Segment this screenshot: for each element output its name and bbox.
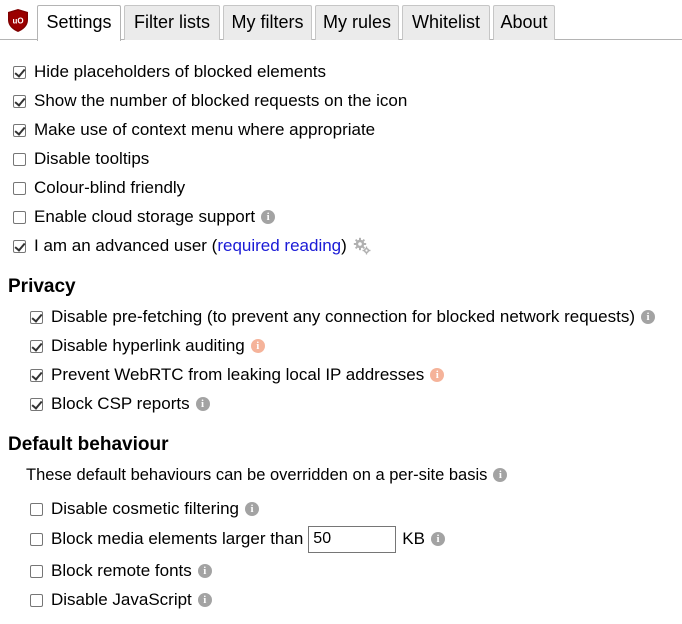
show-badge-count-checkbox[interactable] — [13, 94, 26, 108]
info-icon[interactable]: i — [261, 210, 276, 224]
note-text: These default behaviours can be overridd… — [26, 466, 488, 484]
advanced-user-label-suffix: ) — [341, 236, 347, 255]
privacy-heading: Privacy — [8, 276, 76, 297]
option-row: Prevent WebRTC from leaking local IP add… — [30, 363, 445, 387]
option-label: Hide placeholders of blocked elements — [34, 62, 327, 81]
default-behaviour-note: These default behaviours can be overridd… — [26, 463, 508, 487]
cloud-storage-checkbox[interactable] — [13, 210, 26, 224]
option-row: Hide placeholders of blocked elements — [13, 60, 326, 84]
info-icon[interactable]: i — [195, 397, 210, 411]
option-row: I am an advanced user (required reading) — [13, 234, 371, 258]
info-icon[interactable]: i — [640, 310, 655, 324]
disable-tooltips-checkbox[interactable] — [13, 152, 26, 166]
option-row: Make use of context menu where appropria… — [13, 118, 375, 142]
info-icon[interactable]: i — [197, 593, 212, 607]
gears-icon[interactable] — [353, 237, 371, 255]
hide-placeholders-checkbox[interactable] — [13, 65, 26, 79]
option-label: Disable pre-fetching (to prevent any con… — [51, 307, 635, 326]
option-label: Disable cosmetic filtering — [51, 499, 240, 518]
option-label: Disable JavaScript — [51, 590, 192, 609]
block-large-media-checkbox[interactable] — [30, 532, 43, 546]
default-behaviour-heading: Default behaviour — [8, 434, 169, 455]
disable-hyperlink-auditing-checkbox[interactable] — [30, 339, 43, 353]
advanced-user-label: I am an advanced user ( — [34, 236, 218, 255]
option-label: Enable cloud storage support — [34, 207, 256, 226]
option-label: Disable hyperlink auditing — [51, 336, 245, 355]
advanced-user-checkbox[interactable] — [13, 239, 26, 253]
option-label: Block CSP reports — [51, 394, 190, 413]
tab-my-filters[interactable]: My filters — [223, 5, 312, 40]
option-label: Block remote fonts — [51, 561, 192, 580]
unit-label: KB — [402, 529, 425, 548]
tab-bar: uO Settings Filter lists My filters My r… — [0, 0, 682, 41]
disable-javascript-checkbox[interactable] — [30, 593, 43, 607]
info-icon[interactable]: i — [250, 339, 265, 353]
option-label: Show the number of blocked requests on t… — [34, 91, 408, 110]
option-label: Prevent WebRTC from leaking local IP add… — [51, 365, 425, 384]
info-icon[interactable]: i — [245, 502, 260, 516]
option-row: Block media elements larger than KB i — [30, 524, 445, 554]
tab-whitelist[interactable]: Whitelist — [402, 5, 490, 40]
option-label: Colour-blind friendly — [34, 178, 186, 197]
tab-filter-lists[interactable]: Filter lists — [124, 5, 220, 40]
tab-my-rules[interactable]: My rules — [315, 5, 399, 40]
option-row: Enable cloud storage support i — [13, 205, 276, 229]
option-label: Disable tooltips — [34, 149, 150, 168]
block-csp-reports-checkbox[interactable] — [30, 397, 43, 411]
option-row: Disable cosmetic filtering i — [30, 497, 260, 521]
webrtc-leak-checkbox[interactable] — [30, 368, 43, 382]
option-row: Disable tooltips — [13, 147, 149, 171]
disable-prefetching-checkbox[interactable] — [30, 310, 43, 324]
media-size-input[interactable] — [308, 525, 397, 553]
option-label: Make use of context menu where appropria… — [34, 120, 376, 139]
info-icon[interactable]: i — [430, 368, 445, 382]
option-row: Show the number of blocked requests on t… — [13, 89, 407, 113]
block-remote-fonts-checkbox[interactable] — [30, 564, 43, 578]
option-label: I am an advanced user (required reading) — [34, 234, 347, 258]
option-row: Block CSP reports i — [30, 392, 210, 416]
tab-settings[interactable]: Settings — [37, 5, 121, 41]
info-icon[interactable]: i — [493, 468, 508, 482]
option-row: Block remote fonts i — [30, 559, 212, 583]
colour-blind-checkbox[interactable] — [13, 181, 26, 195]
tab-about[interactable]: About — [493, 5, 555, 40]
option-row: Disable pre-fetching (to prevent any con… — [30, 305, 655, 329]
option-row: Disable hyperlink auditing i — [30, 334, 265, 358]
context-menu-checkbox[interactable] — [13, 123, 26, 137]
disable-cosmetic-filtering-checkbox[interactable] — [30, 502, 43, 516]
ublock-logo-icon[interactable]: uO — [8, 9, 28, 32]
option-label: Block media elements larger than — [51, 529, 304, 548]
option-row: Colour-blind friendly — [13, 176, 185, 200]
info-icon[interactable]: i — [430, 532, 445, 546]
required-reading-link[interactable]: required reading — [217, 236, 341, 255]
option-row: Disable JavaScript i — [30, 588, 212, 612]
info-icon[interactable]: i — [197, 564, 212, 578]
svg-text:uO: uO — [12, 17, 23, 26]
